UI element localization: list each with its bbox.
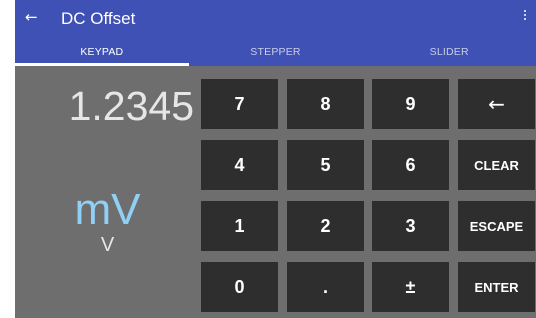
app-bar: ← DC Offset KEYPAD STEPPER SLIDER [15, 0, 536, 66]
key-1[interactable]: 1 [201, 201, 278, 251]
tab-bar: KEYPAD STEPPER SLIDER [15, 38, 536, 66]
key-5[interactable]: 5 [287, 140, 364, 190]
tab-stepper[interactable]: STEPPER [189, 38, 363, 66]
plus-minus-button[interactable]: ± [372, 262, 449, 312]
arrow-left-icon[interactable]: ← [25, 6, 45, 28]
key-0[interactable]: 0 [201, 262, 278, 312]
escape-button[interactable]: ESCAPE [458, 201, 535, 251]
tab-slider[interactable]: SLIDER [362, 38, 536, 66]
backspace-button[interactable]: ← [458, 79, 535, 129]
value-display: 1.2345 mV V [15, 66, 200, 318]
key-9[interactable]: 9 [372, 79, 449, 129]
value-readout: 1.2345 [68, 83, 194, 129]
key-6[interactable]: 6 [372, 140, 449, 190]
key-8[interactable]: 8 [287, 79, 364, 129]
decimal-point-button[interactable]: . [287, 262, 364, 312]
tab-keypad[interactable]: KEYPAD [15, 38, 189, 66]
unit-selector-v[interactable]: V [15, 234, 200, 256]
key-4[interactable]: 4 [201, 140, 278, 190]
key-3[interactable]: 3 [372, 201, 449, 251]
page-title: DC Offset [61, 9, 136, 28]
key-7[interactable]: 7 [201, 79, 278, 129]
unit-selector-mv[interactable]: mV [15, 186, 200, 234]
more-vert-icon[interactable] [523, 10, 527, 26]
clear-button[interactable]: CLEAR [458, 140, 535, 190]
enter-button[interactable]: ENTER [458, 262, 535, 312]
app-window: ← DC Offset KEYPAD STEPPER SLIDER 1.2345… [15, 0, 536, 318]
key-2[interactable]: 2 [287, 201, 364, 251]
